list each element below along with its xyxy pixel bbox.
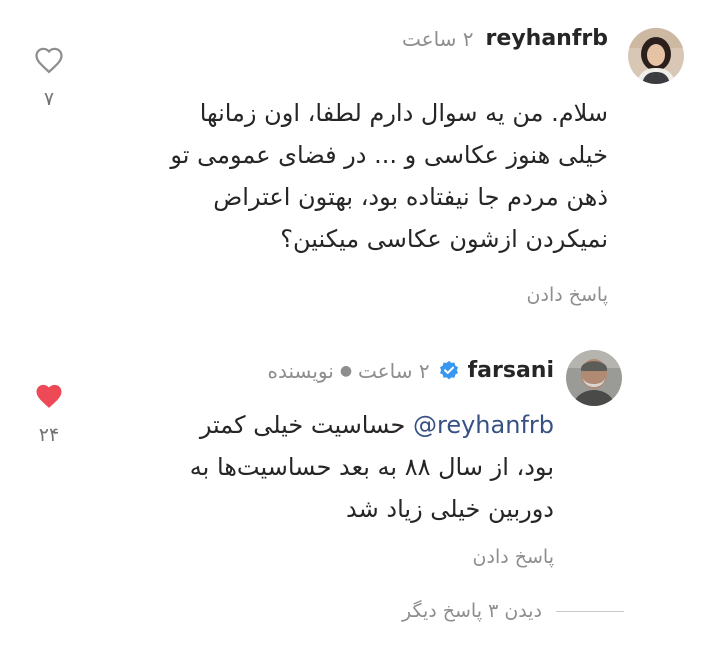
comment-meta: farsani ۲ ساعت ● نویسنده	[268, 358, 555, 383]
heart-filled-icon	[36, 384, 62, 408]
separator-dot: ●	[339, 362, 353, 379]
divider-line	[556, 610, 624, 612]
reply-button[interactable]: پاسخ دادن	[473, 546, 554, 568]
mention-link[interactable]: @reyhanfrb	[413, 411, 554, 439]
comment-line: بود، از سال ۸۸ به بعد حساسیت‌ها به	[189, 453, 554, 481]
comment-line: خیلی هنوز عکاسی و ... در فضای عمومی تو	[170, 141, 608, 169]
view-more-replies-button[interactable]: دیدن ۳ پاسخ دیگر	[402, 600, 624, 622]
username[interactable]: farsani	[468, 358, 554, 383]
username[interactable]: reyhanfrb	[486, 26, 608, 51]
verified-badge-icon	[438, 360, 460, 382]
comment-text: سلام. من یه سوال دارم لطفا، اون زمانها خ…	[88, 92, 608, 260]
like-button[interactable]: ۷	[29, 46, 69, 110]
comment-line-text: حساسیت خیلی کمتر	[199, 411, 406, 439]
reply-button[interactable]: پاسخ دادن	[527, 284, 608, 306]
comment-line: سلام. من یه سوال دارم لطفا، اون زمانها	[199, 99, 608, 127]
comment-line: @reyhanfrb حساسیت خیلی کمتر	[84, 404, 554, 446]
comment-line: دوربین خیلی زیاد شد	[346, 495, 554, 523]
timestamp: ۲ ساعت	[358, 358, 430, 383]
comment-meta: reyhanfrb ۲ ساعت	[402, 26, 608, 51]
heart-outline-icon	[35, 47, 63, 74]
like-button[interactable]: ۲۴	[29, 382, 69, 446]
avatar[interactable]	[628, 28, 684, 84]
view-more-label: دیدن ۳ پاسخ دیگر	[401, 600, 542, 622]
author-badge: نویسنده	[267, 358, 334, 383]
avatar[interactable]	[566, 350, 622, 406]
timestamp: ۲ ساعت	[402, 26, 474, 51]
comment-text: @reyhanfrb حساسیت خیلی کمتر بود، از سال …	[84, 404, 554, 530]
comment-line: نمیکردن ازشون عکاسی میکنین؟	[280, 225, 608, 253]
comment-line: ذهن مردم جا نیفتاده بود، بهتون اعتراض	[213, 183, 608, 211]
like-count: ۲۴	[38, 424, 60, 446]
like-count: ۷	[43, 88, 55, 110]
